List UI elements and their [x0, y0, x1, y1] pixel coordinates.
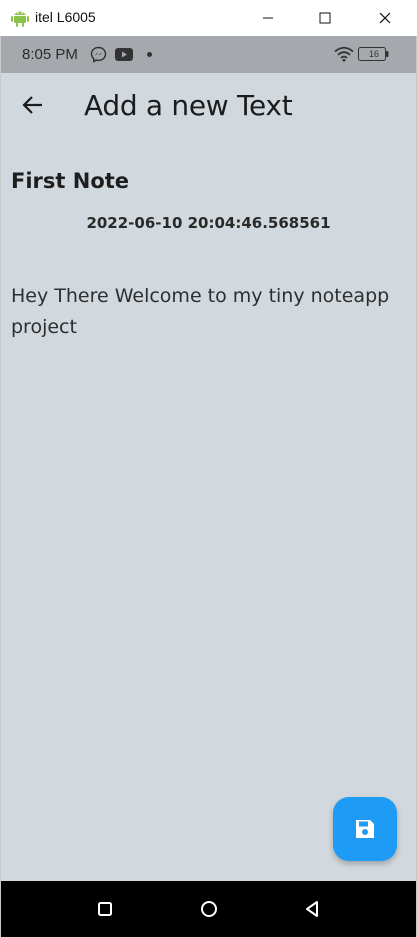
android-icon [11, 11, 29, 27]
messenger-icon [90, 46, 107, 63]
nav-back-icon[interactable] [300, 897, 324, 921]
notification-dot-icon [147, 52, 152, 57]
android-nav-bar [1, 881, 416, 937]
phone-screen: 8:05 PM 16 Add a new Text First Note 202… [0, 36, 417, 937]
minimize-icon [263, 17, 273, 19]
status-time: 8:05 PM [22, 46, 78, 63]
battery-level: 16 [368, 49, 379, 59]
save-button[interactable] [333, 797, 397, 861]
note-date: 2022-06-10 20:04:46.568561 [86, 214, 331, 232]
arrow-left-icon [22, 96, 42, 114]
home-icon[interactable] [197, 897, 221, 921]
window-title: itel L6005 [35, 9, 96, 25]
maximize-icon [319, 12, 331, 24]
app-bar: Add a new Text [1, 73, 416, 137]
maximize-button[interactable] [302, 0, 348, 36]
minimize-button[interactable] [245, 0, 291, 36]
note-title-field[interactable]: First Note [11, 169, 129, 193]
status-bar: 8:05 PM 16 [1, 36, 416, 73]
close-button[interactable] [362, 0, 408, 36]
note-body-field[interactable]: Hey There Welcome to my tiny noteapp pro… [11, 281, 406, 343]
window-titlebar: itel L6005 [0, 0, 417, 36]
close-icon [379, 12, 391, 24]
wifi-icon [334, 46, 354, 62]
page-title: Add a new Text [84, 89, 293, 122]
youtube-icon [115, 48, 133, 61]
recent-apps-icon[interactable] [93, 897, 117, 921]
save-icon [356, 820, 374, 838]
back-button[interactable] [19, 91, 47, 119]
